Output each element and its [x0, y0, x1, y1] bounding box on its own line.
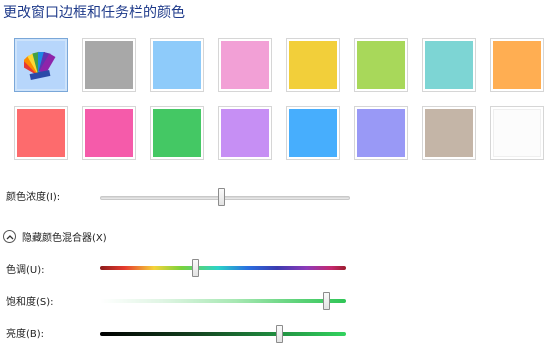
color-swatch[interactable]	[218, 106, 272, 160]
color-swatch[interactable]	[286, 38, 340, 92]
brightness-label: 亮度(B):	[6, 329, 45, 340]
color-swatch-fill	[357, 41, 405, 89]
color-swatch-fill	[493, 109, 541, 157]
chevron-up-icon	[3, 230, 16, 243]
color-swatch-fill	[221, 109, 269, 157]
color-swatch[interactable]	[14, 106, 68, 160]
color-swatch-fill	[17, 41, 65, 89]
color-swatch[interactable]	[422, 38, 476, 92]
color-palette-icon	[24, 51, 56, 81]
hue-label: 色调(U):	[6, 265, 45, 276]
color-swatch[interactable]	[490, 106, 544, 160]
color-mixer-toggle[interactable]: 隐藏颜色混合器(X)	[3, 229, 107, 244]
color-swatch[interactable]	[150, 38, 204, 92]
intensity-slider-thumb[interactable]	[218, 188, 226, 206]
color-swatch-automatic[interactable]	[14, 38, 68, 92]
color-swatch-fill	[221, 41, 269, 89]
color-swatch-fill	[425, 109, 473, 157]
color-swatch-fill	[289, 41, 337, 89]
brightness-slider-track[interactable]	[100, 332, 346, 336]
color-swatch-fill	[357, 109, 405, 157]
color-swatch-grid	[14, 38, 544, 160]
color-swatch-fill	[85, 109, 133, 157]
color-swatch-fill	[493, 41, 541, 89]
color-swatch[interactable]	[218, 38, 272, 92]
color-swatch[interactable]	[354, 38, 408, 92]
hue-slider-track[interactable]	[100, 266, 346, 270]
color-swatch-fill	[17, 109, 65, 157]
color-swatch[interactable]	[286, 106, 340, 160]
saturation-label: 饱和度(S):	[6, 297, 54, 308]
color-mixer-toggle-label: 隐藏颜色混合器(X)	[22, 233, 107, 244]
color-swatch-fill	[425, 41, 473, 89]
color-swatch[interactable]	[82, 38, 136, 92]
page-title: 更改窗口边框和任务栏的颜色	[3, 5, 185, 21]
brightness-slider-thumb[interactable]	[276, 325, 284, 343]
color-swatch[interactable]	[354, 106, 408, 160]
color-swatch-fill	[289, 109, 337, 157]
saturation-slider-track[interactable]	[100, 299, 346, 303]
color-swatch-fill	[153, 41, 201, 89]
saturation-slider-thumb[interactable]	[322, 292, 330, 310]
color-swatch[interactable]	[82, 106, 136, 160]
intensity-label: 颜色浓度(I):	[6, 192, 61, 203]
color-swatch[interactable]	[490, 38, 544, 92]
color-swatch-fill	[153, 109, 201, 157]
hue-slider-thumb[interactable]	[192, 259, 200, 277]
color-swatch-fill	[85, 41, 133, 89]
color-swatch[interactable]	[422, 106, 476, 160]
color-swatch[interactable]	[150, 106, 204, 160]
